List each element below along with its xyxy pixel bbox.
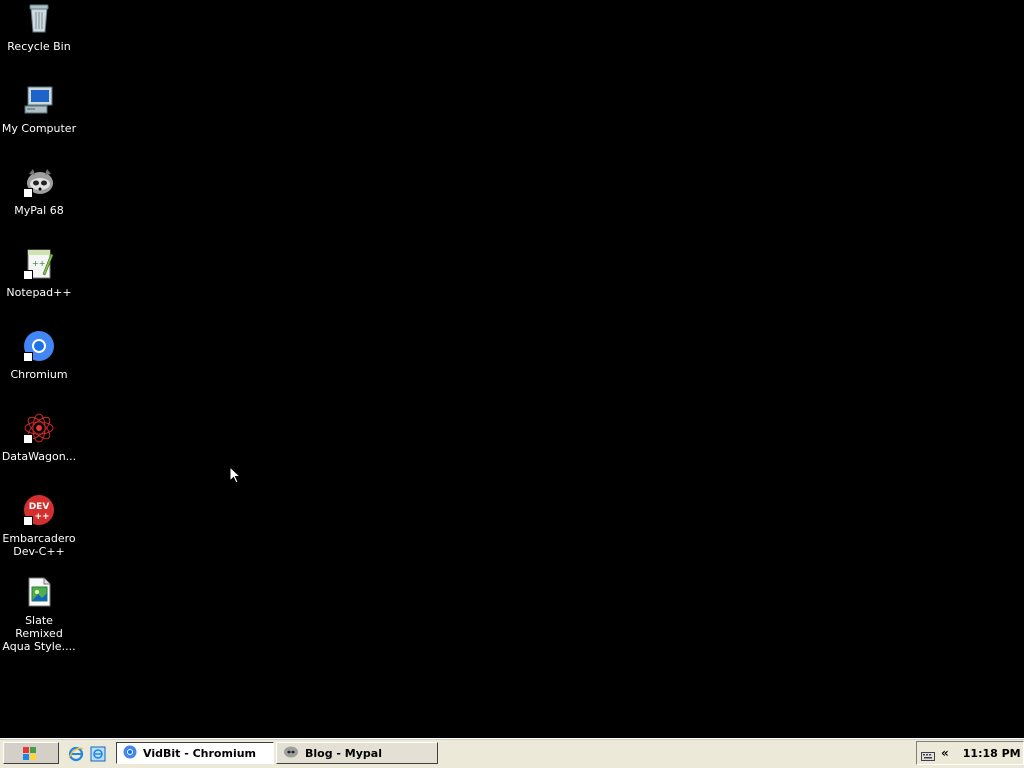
mouse-cursor-icon <box>229 465 242 488</box>
svg-text:DEV: DEV <box>29 502 50 512</box>
desktop-icon-label: DataWagon... <box>1 450 77 463</box>
svg-text:++: ++ <box>34 512 49 522</box>
start-logo-icon <box>23 747 36 760</box>
system-tray: « 11:18 PM <box>916 741 1024 765</box>
tray-expand-chevron[interactable]: « <box>941 746 949 760</box>
notepad-plus-plus-icon: ++ <box>23 248 55 286</box>
desktop-icon-notepad-plus-plus[interactable]: ++ Notepad++ <box>0 248 78 299</box>
svg-text:++: ++ <box>32 259 45 268</box>
desktop-icon-mypal[interactable]: MyPal 68 <box>0 166 78 217</box>
taskbar-window-mypal[interactable]: Blog - Mypal <box>276 742 438 764</box>
desktop-icon-label: Chromium <box>10 368 68 381</box>
shortcut-arrow-icon <box>23 516 33 532</box>
keyboard-icon[interactable] <box>921 747 935 761</box>
desktop-icon-label: Recycle Bin <box>7 40 71 53</box>
tray-clock[interactable]: 11:18 PM <box>963 747 1021 760</box>
desktop-icon-label: My Computer <box>1 122 77 135</box>
dev-cpp-icon: DEV ++ <box>23 494 55 532</box>
shortcut-arrow-icon <box>23 434 33 450</box>
desktop-icon-label: Embarcadero Dev-C++ <box>2 532 76 558</box>
desktop-icon-chromium[interactable]: Chromium <box>0 330 78 381</box>
mypal-icon <box>283 745 299 762</box>
taskbar-window-label: VidBit - Chromium <box>143 746 257 760</box>
taskbar: VidBit - Chromium Blog - Mypal « 11:18 P… <box>0 738 1024 768</box>
desktop-icon-label: MyPal 68 <box>14 204 64 217</box>
shortcut-arrow-icon <box>23 352 33 368</box>
ie-settings-icon[interactable] <box>90 746 106 762</box>
desktop-icon-datawagon[interactable]: DataWagon... <box>0 412 78 463</box>
chromium-icon <box>23 330 55 368</box>
datawagon-icon <box>23 412 55 450</box>
desktop-icon-dev-cpp[interactable]: DEV ++ Embarcadero Dev-C++ <box>0 494 78 558</box>
my-computer-icon <box>23 84 55 116</box>
mypal-icon <box>23 166 55 204</box>
taskbar-window-chromium[interactable]: VidBit - Chromium <box>116 742 274 764</box>
internet-explorer-icon[interactable] <box>68 746 84 762</box>
taskbar-window-label: Blog - Mypal <box>305 746 382 760</box>
shortcut-arrow-icon <box>23 270 33 286</box>
chromium-icon <box>123 745 137 762</box>
image-file-icon <box>23 576 55 608</box>
desktop-icon-label: Slate Remixed Aqua Style.... <box>2 614 76 653</box>
start-button[interactable] <box>3 742 59 764</box>
desktop-icon-recycle-bin[interactable]: Recycle Bin <box>0 2 78 53</box>
desktop-icon-slate-remixed[interactable]: Slate Remixed Aqua Style.... <box>0 576 78 653</box>
desktop: Recycle Bin My Computer MyPal 68 ++ Note… <box>0 0 1024 738</box>
desktop-icon-label: Notepad++ <box>6 286 72 299</box>
recycle-bin-icon <box>23 2 55 34</box>
desktop-icon-my-computer[interactable]: My Computer <box>0 84 78 135</box>
shortcut-arrow-icon <box>23 188 33 204</box>
